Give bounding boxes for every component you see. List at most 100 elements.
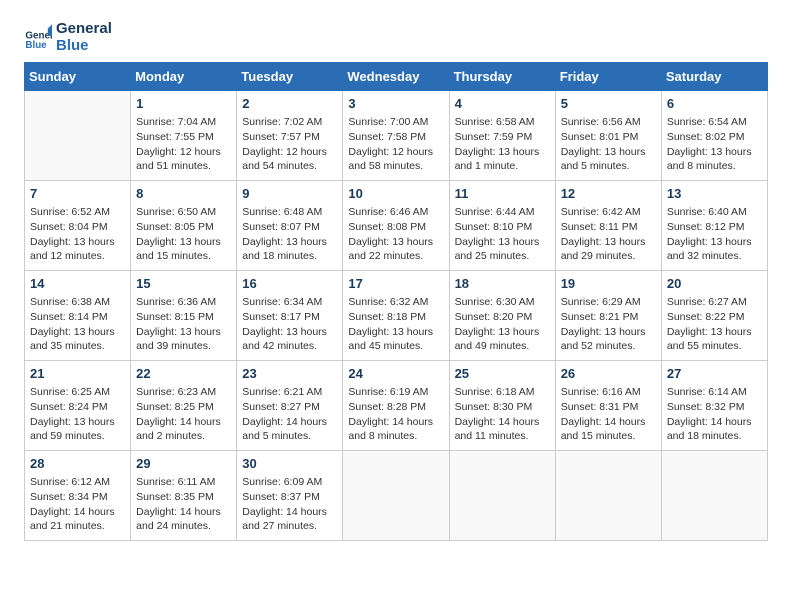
day-info-line: Sunrise: 6:58 AM bbox=[455, 115, 550, 130]
day-cell-20: 20Sunrise: 6:27 AMSunset: 8:22 PMDayligh… bbox=[661, 271, 767, 361]
day-info-line: Sunset: 8:27 PM bbox=[242, 400, 337, 415]
day-info-line: Sunrise: 6:54 AM bbox=[667, 115, 762, 130]
day-info-line: Daylight: 14 hours bbox=[30, 505, 125, 520]
day-cell-9: 9Sunrise: 6:48 AMSunset: 8:07 PMDaylight… bbox=[237, 181, 343, 271]
day-info-line: Sunset: 8:24 PM bbox=[30, 400, 125, 415]
day-info-line: Sunset: 8:17 PM bbox=[242, 310, 337, 325]
day-info-line: and 25 minutes. bbox=[455, 249, 550, 264]
day-cell-19: 19Sunrise: 6:29 AMSunset: 8:21 PMDayligh… bbox=[555, 271, 661, 361]
day-info-line: Sunset: 8:10 PM bbox=[455, 220, 550, 235]
day-number: 21 bbox=[30, 365, 125, 383]
day-info-line: Sunset: 8:08 PM bbox=[348, 220, 443, 235]
svg-text:Blue: Blue bbox=[25, 40, 47, 51]
day-info-line: Sunrise: 6:50 AM bbox=[136, 205, 231, 220]
day-cell-8: 8Sunrise: 6:50 AMSunset: 8:05 PMDaylight… bbox=[131, 181, 237, 271]
day-info-line: Sunrise: 6:56 AM bbox=[561, 115, 656, 130]
day-cell-4: 4Sunrise: 6:58 AMSunset: 7:59 PMDaylight… bbox=[449, 91, 555, 181]
day-info-line: Sunset: 8:31 PM bbox=[561, 400, 656, 415]
day-number: 1 bbox=[136, 95, 231, 113]
day-number: 23 bbox=[242, 365, 337, 383]
empty-cell bbox=[555, 451, 661, 541]
day-info-line: and 49 minutes. bbox=[455, 339, 550, 354]
empty-cell bbox=[25, 91, 131, 181]
day-number: 25 bbox=[455, 365, 550, 383]
day-info-line: Sunrise: 6:27 AM bbox=[667, 295, 762, 310]
day-number: 17 bbox=[348, 275, 443, 293]
day-number: 15 bbox=[136, 275, 231, 293]
day-info-line: Sunrise: 6:32 AM bbox=[348, 295, 443, 310]
day-info-line: Sunrise: 6:52 AM bbox=[30, 205, 125, 220]
day-info-line: and 52 minutes. bbox=[561, 339, 656, 354]
day-info-line: Daylight: 14 hours bbox=[348, 415, 443, 430]
day-info-line: and 22 minutes. bbox=[348, 249, 443, 264]
day-info-line: and 39 minutes. bbox=[136, 339, 231, 354]
day-info-line: Daylight: 13 hours bbox=[561, 325, 656, 340]
day-info-line: and 51 minutes. bbox=[136, 159, 231, 174]
day-info-line: Daylight: 13 hours bbox=[455, 145, 550, 160]
day-info-line: Sunrise: 6:14 AM bbox=[667, 385, 762, 400]
day-info-line: Sunset: 7:57 PM bbox=[242, 130, 337, 145]
week-row-5: 28Sunrise: 6:12 AMSunset: 8:34 PMDayligh… bbox=[25, 451, 768, 541]
logo-icon: General Blue bbox=[24, 23, 52, 51]
col-header-thursday: Thursday bbox=[449, 63, 555, 91]
day-number: 8 bbox=[136, 185, 231, 203]
day-info-line: Sunrise: 6:16 AM bbox=[561, 385, 656, 400]
day-info-line: Sunrise: 6:46 AM bbox=[348, 205, 443, 220]
day-info-line: Daylight: 13 hours bbox=[455, 325, 550, 340]
logo-blue: Blue bbox=[56, 37, 112, 54]
col-header-monday: Monday bbox=[131, 63, 237, 91]
day-cell-5: 5Sunrise: 6:56 AMSunset: 8:01 PMDaylight… bbox=[555, 91, 661, 181]
day-cell-22: 22Sunrise: 6:23 AMSunset: 8:25 PMDayligh… bbox=[131, 361, 237, 451]
day-number: 10 bbox=[348, 185, 443, 203]
day-cell-10: 10Sunrise: 6:46 AMSunset: 8:08 PMDayligh… bbox=[343, 181, 449, 271]
day-cell-23: 23Sunrise: 6:21 AMSunset: 8:27 PMDayligh… bbox=[237, 361, 343, 451]
day-info-line: and 58 minutes. bbox=[348, 159, 443, 174]
day-info-line: and 18 minutes. bbox=[242, 249, 337, 264]
day-info-line: Daylight: 13 hours bbox=[667, 325, 762, 340]
day-info-line: Sunset: 8:37 PM bbox=[242, 490, 337, 505]
day-cell-25: 25Sunrise: 6:18 AMSunset: 8:30 PMDayligh… bbox=[449, 361, 555, 451]
day-info-line: Daylight: 14 hours bbox=[136, 505, 231, 520]
header: General Blue General Blue bbox=[24, 20, 768, 54]
day-info-line: and 59 minutes. bbox=[30, 429, 125, 444]
day-number: 5 bbox=[561, 95, 656, 113]
day-info-line: Daylight: 13 hours bbox=[561, 235, 656, 250]
day-info-line: Sunset: 8:30 PM bbox=[455, 400, 550, 415]
logo-general: General bbox=[56, 20, 112, 37]
day-info-line: Daylight: 13 hours bbox=[136, 235, 231, 250]
day-info-line: Sunrise: 6:21 AM bbox=[242, 385, 337, 400]
day-number: 9 bbox=[242, 185, 337, 203]
day-info-line: Daylight: 14 hours bbox=[136, 415, 231, 430]
day-info-line: Sunset: 8:20 PM bbox=[455, 310, 550, 325]
day-info-line: and 27 minutes. bbox=[242, 519, 337, 534]
day-info-line: and 18 minutes. bbox=[667, 429, 762, 444]
day-info-line: Sunrise: 7:00 AM bbox=[348, 115, 443, 130]
day-info-line: and 8 minutes. bbox=[348, 429, 443, 444]
day-info-line: and 32 minutes. bbox=[667, 249, 762, 264]
day-info-line: Sunrise: 6:48 AM bbox=[242, 205, 337, 220]
day-info-line: Sunset: 8:28 PM bbox=[348, 400, 443, 415]
day-info-line: Daylight: 13 hours bbox=[348, 325, 443, 340]
week-row-3: 14Sunrise: 6:38 AMSunset: 8:14 PMDayligh… bbox=[25, 271, 768, 361]
col-header-sunday: Sunday bbox=[25, 63, 131, 91]
day-info-line: and 24 minutes. bbox=[136, 519, 231, 534]
day-info-line: Daylight: 13 hours bbox=[136, 325, 231, 340]
day-cell-26: 26Sunrise: 6:16 AMSunset: 8:31 PMDayligh… bbox=[555, 361, 661, 451]
empty-cell bbox=[661, 451, 767, 541]
logo: General Blue General Blue bbox=[24, 20, 112, 54]
day-cell-11: 11Sunrise: 6:44 AMSunset: 8:10 PMDayligh… bbox=[449, 181, 555, 271]
day-info-line: Daylight: 14 hours bbox=[242, 505, 337, 520]
day-info-line: Daylight: 13 hours bbox=[561, 145, 656, 160]
day-info-line: Daylight: 13 hours bbox=[30, 415, 125, 430]
day-info-line: Sunset: 8:15 PM bbox=[136, 310, 231, 325]
day-cell-17: 17Sunrise: 6:32 AMSunset: 8:18 PMDayligh… bbox=[343, 271, 449, 361]
day-cell-12: 12Sunrise: 6:42 AMSunset: 8:11 PMDayligh… bbox=[555, 181, 661, 271]
day-cell-27: 27Sunrise: 6:14 AMSunset: 8:32 PMDayligh… bbox=[661, 361, 767, 451]
day-info-line: and 12 minutes. bbox=[30, 249, 125, 264]
day-info-line: Sunset: 8:35 PM bbox=[136, 490, 231, 505]
day-info-line: Sunrise: 6:12 AM bbox=[30, 475, 125, 490]
day-info-line: Sunrise: 6:38 AM bbox=[30, 295, 125, 310]
day-info-line: Sunrise: 7:02 AM bbox=[242, 115, 337, 130]
day-info-line: and 2 minutes. bbox=[136, 429, 231, 444]
day-info-line: Sunrise: 6:40 AM bbox=[667, 205, 762, 220]
